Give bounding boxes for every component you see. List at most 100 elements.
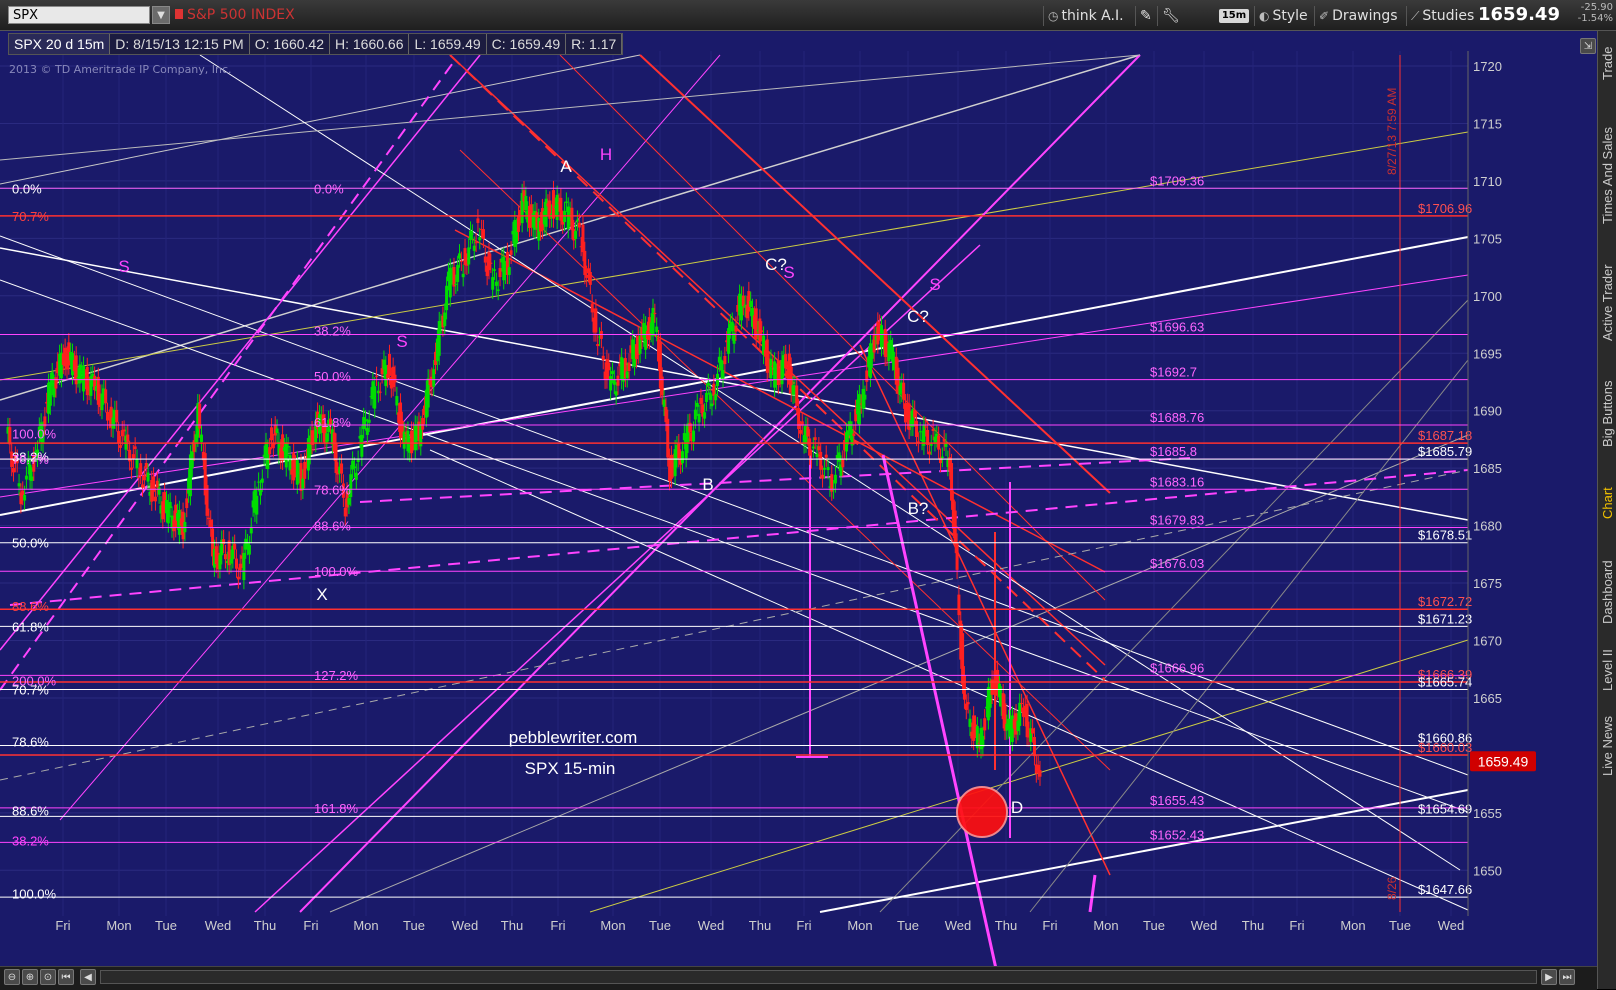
candle-body <box>837 452 841 462</box>
wave-label: S <box>396 332 407 351</box>
candle-body <box>275 428 279 433</box>
chart-symbol-label[interactable]: SPX 20 d 15m <box>9 34 111 54</box>
candle-body <box>78 364 82 384</box>
candle-body <box>942 439 946 442</box>
fib-label: 88.6% <box>314 519 351 534</box>
chart-settings-icon[interactable]: ⇲ <box>1580 38 1596 54</box>
zoom-fit-icon[interactable]: ⊙ <box>40 969 56 985</box>
candle-body <box>354 472 358 480</box>
candle-body <box>868 343 872 378</box>
tab-active-trader[interactable]: Active Trader <box>1600 248 1616 358</box>
studies-button[interactable]: ⟋ Studies <box>1406 6 1474 26</box>
candle-body <box>395 396 399 406</box>
symbol-dropdown-button[interactable]: ▼ <box>152 6 170 24</box>
candle-body <box>655 326 659 333</box>
price-chart[interactable]: $1709.36 $1706.96 $1696.63 $1692.7 $1688.76 $… <box>0 31 1597 989</box>
symbol-flag-icon <box>175 9 183 19</box>
chart-scrollbar[interactable] <box>100 970 1537 984</box>
candle-body <box>704 392 708 403</box>
y-tick-label: 1720 <box>1473 59 1502 74</box>
x-tick-label: Wed <box>205 918 232 933</box>
x-tick-label: Fri <box>1042 918 1057 933</box>
candle-body <box>1032 736 1036 757</box>
x-tick-label: Wed <box>698 918 725 933</box>
trend-line <box>454 229 1106 573</box>
candle-body <box>601 355 605 361</box>
candle-body <box>456 264 460 283</box>
scroll-right-end-icon[interactable]: ⏭ <box>1559 969 1575 985</box>
candle-body <box>378 391 382 393</box>
candle-body <box>8 427 12 445</box>
wave-label: B <box>702 475 713 494</box>
candle-body <box>483 256 487 263</box>
zoom-in-icon[interactable]: ⊕ <box>22 969 38 985</box>
zoom-out-icon[interactable]: ⊖ <box>4 969 20 985</box>
edit-icon[interactable]: ✎ <box>1135 6 1152 26</box>
candle-body <box>662 399 666 407</box>
interval-badge[interactable]: 15m <box>1219 9 1249 23</box>
candle-body <box>575 219 579 222</box>
candle-body <box>710 403 714 407</box>
candle-body <box>334 442 338 474</box>
tab-live-news[interactable]: Live News <box>1600 706 1616 786</box>
think-ai-button[interactable]: ◷ think A.I. <box>1043 6 1124 26</box>
price-chart-area[interactable]: $1709.36 $1706.96 $1696.63 $1692.7 $1688.76 $… <box>0 31 1597 989</box>
candle-body <box>688 422 692 433</box>
x-tick-label: Thu <box>1242 918 1264 933</box>
price-level-label: $1652.43 <box>1150 827 1204 842</box>
fib-channel-line <box>359 457 1191 503</box>
candle-body <box>577 222 581 228</box>
style-icon: ◐ <box>1259 9 1270 23</box>
style-button[interactable]: ◐ Style <box>1254 6 1308 26</box>
x-tick-label: Fri <box>550 918 565 933</box>
x-tick-label: Fri <box>55 918 70 933</box>
drawings-button[interactable]: ✐ Drawings <box>1314 6 1398 26</box>
info-date: D: 8/15/13 12:15 PM <box>110 34 250 54</box>
x-tick-label: Tue <box>1143 918 1165 933</box>
candle-body <box>493 269 497 271</box>
trend-line <box>0 469 1469 781</box>
candle-body <box>153 496 157 502</box>
x-tick-label: Tue <box>155 918 177 933</box>
x-tick-label: Mon <box>106 918 131 933</box>
x-tick-label: Wed <box>945 918 972 933</box>
wrench-icon[interactable]: 🔧︎ <box>1157 6 1180 26</box>
candle-body <box>610 371 614 375</box>
tab-chart[interactable]: Chart <box>1600 478 1616 528</box>
tab-trade[interactable]: Trade <box>1600 38 1616 88</box>
symbol-input[interactable]: SPX <box>8 6 150 24</box>
y-tick-label: 1695 <box>1473 346 1502 361</box>
x-tick-label: Wed <box>1191 918 1218 933</box>
fib-label: 70.7% <box>12 452 49 467</box>
tab-times-and-sales[interactable]: Times And Sales <box>1600 110 1616 240</box>
fib-label: 127.2% <box>314 668 359 683</box>
price-level-label: $1654.69 <box>1418 801 1472 816</box>
candle-body <box>481 229 485 239</box>
fib-label: 78.6% <box>314 482 351 497</box>
tab-big-buttons[interactable]: Big Buttons <box>1600 368 1616 460</box>
candle-body <box>461 273 465 278</box>
scroll-right-icon[interactable]: ▶ <box>1541 969 1557 985</box>
tab-dashboard[interactable]: Dashboard <box>1600 548 1616 636</box>
pencil-icon: ✐ <box>1319 9 1330 23</box>
copyright-text: 2013 © TD Ameritrade IP Company, Inc. <box>9 63 232 76</box>
candle-body <box>509 250 513 255</box>
tab-level-ii[interactable]: Level II <box>1600 640 1616 700</box>
candle-body <box>594 308 598 333</box>
scroll-left-start-icon[interactable]: ⏮ <box>58 969 74 985</box>
candle-body <box>653 312 657 314</box>
price-level-label: $1685.8 <box>1150 444 1197 459</box>
candle-body <box>852 433 856 436</box>
candle-body <box>581 224 585 253</box>
x-tick-label: Wed <box>1438 918 1465 933</box>
candle-body <box>445 285 449 311</box>
candle-body <box>697 413 701 423</box>
candle-body <box>301 478 305 490</box>
scroll-left-icon[interactable]: ◀ <box>80 969 96 985</box>
candle-body <box>222 539 226 545</box>
candle-body <box>891 347 895 362</box>
trend-line <box>589 639 1469 913</box>
candle-body <box>242 552 246 581</box>
x-tick-label: Fri <box>796 918 811 933</box>
candle-body <box>968 718 972 727</box>
